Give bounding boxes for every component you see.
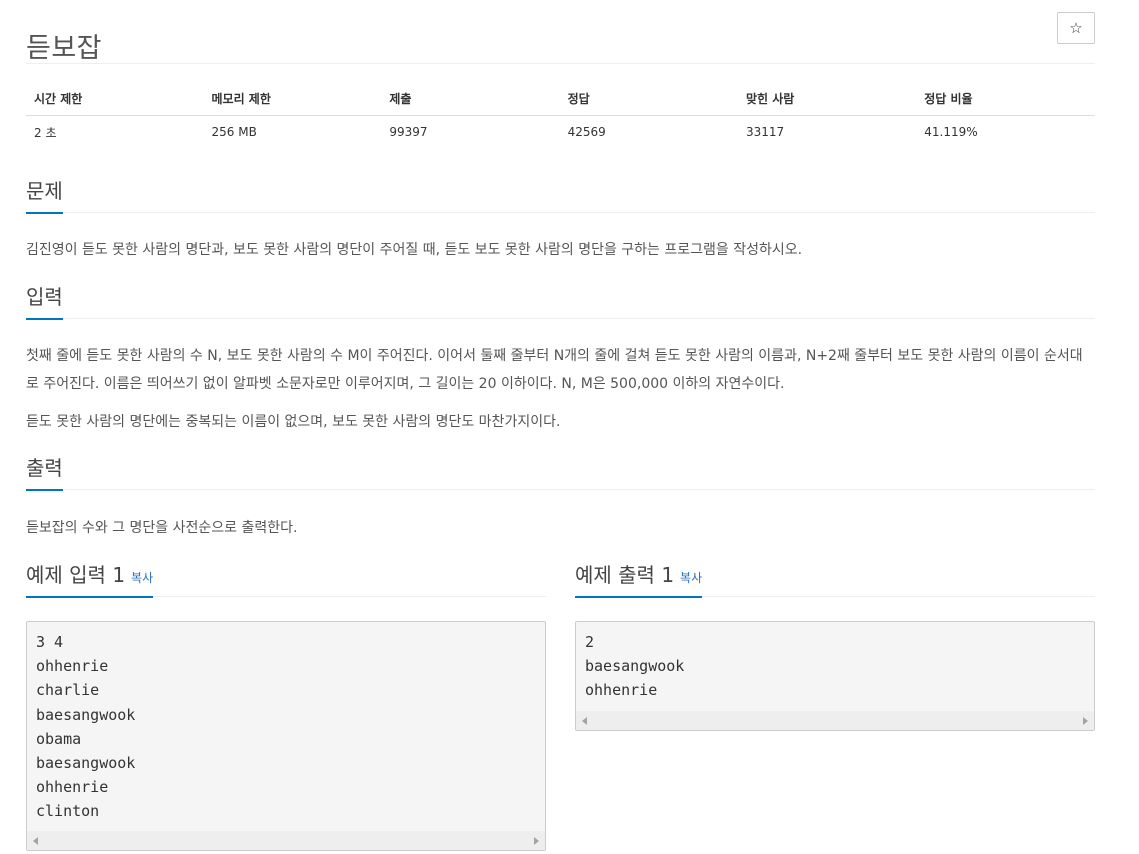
scroll-right-arrow-icon[interactable] [1083,716,1088,725]
header-submissions: 제출 [381,82,560,116]
value-submissions[interactable]: 99397 [381,115,559,149]
star-icon: ☆ [1069,19,1083,37]
sample-input-line: ohhenrie [36,657,109,676]
scroll-left-arrow-icon[interactable] [582,716,587,725]
sample-input-line: clinton [36,802,100,821]
value-memory-limit: 256 MB [211,125,257,140]
value-time-limit: 2 초 [34,125,57,140]
sample-input-lines: 3 4 ohhenrie charlie baesangwook obama b… [27,622,545,824]
sample-input-line: charlie [36,681,100,700]
input-text-2: 듣도 못한 사람의 명단에는 중복되는 이름이 없으며, 보도 못한 사람의 명… [26,414,561,430]
scroll-left-arrow-icon[interactable] [33,836,38,845]
sample-output-heading: 예제 출력 1 복사 [575,560,703,598]
header-time-limit: 시간 제한 [26,82,204,116]
input-section-header: 입력 [26,281,1095,320]
output-section-header: 출력 [26,452,1095,491]
description-section-header: 문제 [26,175,1095,214]
header-memory-limit: 메모리 제한 [203,82,382,116]
copy-sample-output-button[interactable]: 복사 [680,571,702,585]
sample-output-lines: 2 baesangwook ohhenrie [576,622,1094,703]
sample-input-line: ohhenrie [36,778,109,797]
value-accept-ratio: 41.119% [924,125,978,140]
info-header-row: 시간 제한 메모리 제한 제출 정답 맞힌 사람 정답 비율 [26,82,1095,116]
sample-input-scrollbar[interactable] [27,831,545,850]
output-heading: 출력 [26,453,63,491]
sample-input-line: baesangwook [36,705,136,724]
sample-output-line: baesangwook [585,657,685,676]
sample-input-line: 3 4 [36,633,64,651]
description-heading: 문제 [26,176,63,214]
input-heading: 입력 [26,282,63,320]
sample-output-box[interactable]: 2 baesangwook ohhenrie [575,621,1095,731]
sample-output-scrollbar[interactable] [576,711,1094,730]
sample-output-line: ohhenrie [585,681,658,700]
title-divider [26,63,1095,64]
sample-output-line: 2 [585,633,595,651]
input-text-1: 첫째 줄에 듣도 못한 사람의 수 N, 보도 못한 사람의 수 M이 주어진다… [26,348,1083,392]
description-text: 김진영이 듣도 못한 사람의 명단과, 보도 못한 사람의 명단이 주어질 때,… [26,242,803,258]
header-accept-ratio: 정답 비율 [916,82,1095,116]
sample-input-box[interactable]: 3 4 ohhenrie charlie baesangwook obama b… [26,621,546,851]
info-value-row: 2 초 256 MB 99397 42569 33117 41.119% [26,115,1095,149]
problem-page: 듣보잡 ☆ 시간 제한 메모리 제한 제출 정답 맞힌 사람 정답 비율 2 초… [0,0,1139,854]
sample-input-header: 예제 입력 1 복사 [26,559,546,598]
sample-output-title: 예제 출력 1 [575,563,675,587]
favorite-star-button[interactable]: ☆ [1057,12,1095,44]
problem-title: 듣보잡 [26,33,103,65]
sample-input-title: 예제 입력 1 [26,563,126,587]
value-accepted[interactable]: 42569 [560,115,738,149]
scroll-right-arrow-icon[interactable] [534,836,539,845]
output-text: 듣보잡의 수와 그 명단을 사전순으로 출력한다. [26,520,298,536]
header-solved-users: 맞힌 사람 [737,82,917,116]
header-accepted: 정답 [559,82,738,116]
sample-input-line: obama [36,729,82,748]
sample-input-heading: 예제 입력 1 복사 [26,560,154,598]
value-solved-users[interactable]: 33117 [738,115,916,149]
sample-output-header: 예제 출력 1 복사 [575,559,1095,598]
sample-input-line: baesangwook [36,753,136,772]
problem-info-table: 시간 제한 메모리 제한 제출 정답 맞힌 사람 정답 비율 2 초 256 M… [26,82,1095,149]
copy-sample-input-button[interactable]: 복사 [131,571,153,585]
